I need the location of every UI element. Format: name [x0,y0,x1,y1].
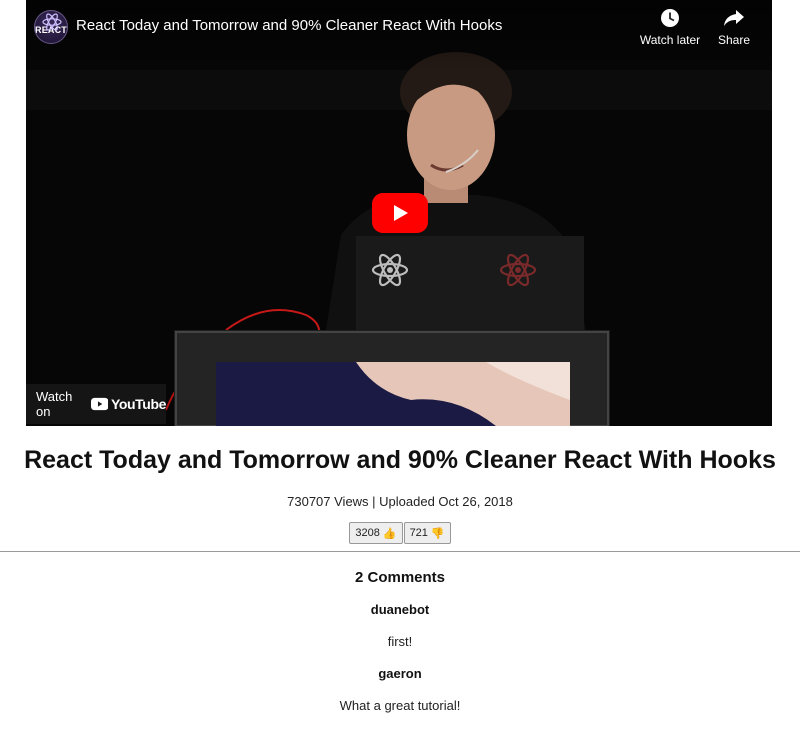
player-video-title[interactable]: React Today and Tomorrow and 90% Cleaner… [76,17,502,34]
video-meta: 730707 Views | Uploaded Oct 26, 2018 [287,494,513,509]
section-divider [0,551,800,552]
dislike-button[interactable]: 721 👎 [403,522,451,544]
youtube-wordmark: YouTube [110,396,166,412]
comment-author: gaeron [378,666,422,681]
react-atom-icon [42,13,62,31]
video-player[interactable]: REACT React Today and Tomorrow and 90% C… [26,0,772,426]
watch-on-youtube-button[interactable]: Watch on YouTube [26,384,166,424]
watch-on-label: Watch on [36,389,73,419]
dislike-count: 721 [409,527,428,539]
thumbs-down-icon: 👎 [430,527,445,540]
channel-avatar[interactable]: REACT [34,10,68,44]
youtube-logo-icon [90,397,108,411]
like-count: 3208 [355,527,380,539]
vote-buttons: 3208 👍 721 👎 [0,522,800,544]
play-button[interactable] [372,193,428,233]
comment-author: duanebot [370,602,430,617]
like-button[interactable]: 3208 👍 [349,522,403,544]
comments-heading: 2 Comments [354,569,446,586]
comment-text: What a great tutorial! [339,698,461,713]
share-arrow-icon [724,10,744,26]
watch-later-button[interactable]: Watch later [635,8,705,47]
watch-later-label: Watch later [639,33,701,47]
comment-text: first! [387,634,413,649]
share-button[interactable]: Share [699,8,769,47]
page-title: React Today and Tomorrow and 90% Cleaner… [24,446,776,474]
share-label: Share [717,33,751,47]
thumbs-up-icon: 👍 [382,527,397,540]
clock-icon [661,9,679,27]
